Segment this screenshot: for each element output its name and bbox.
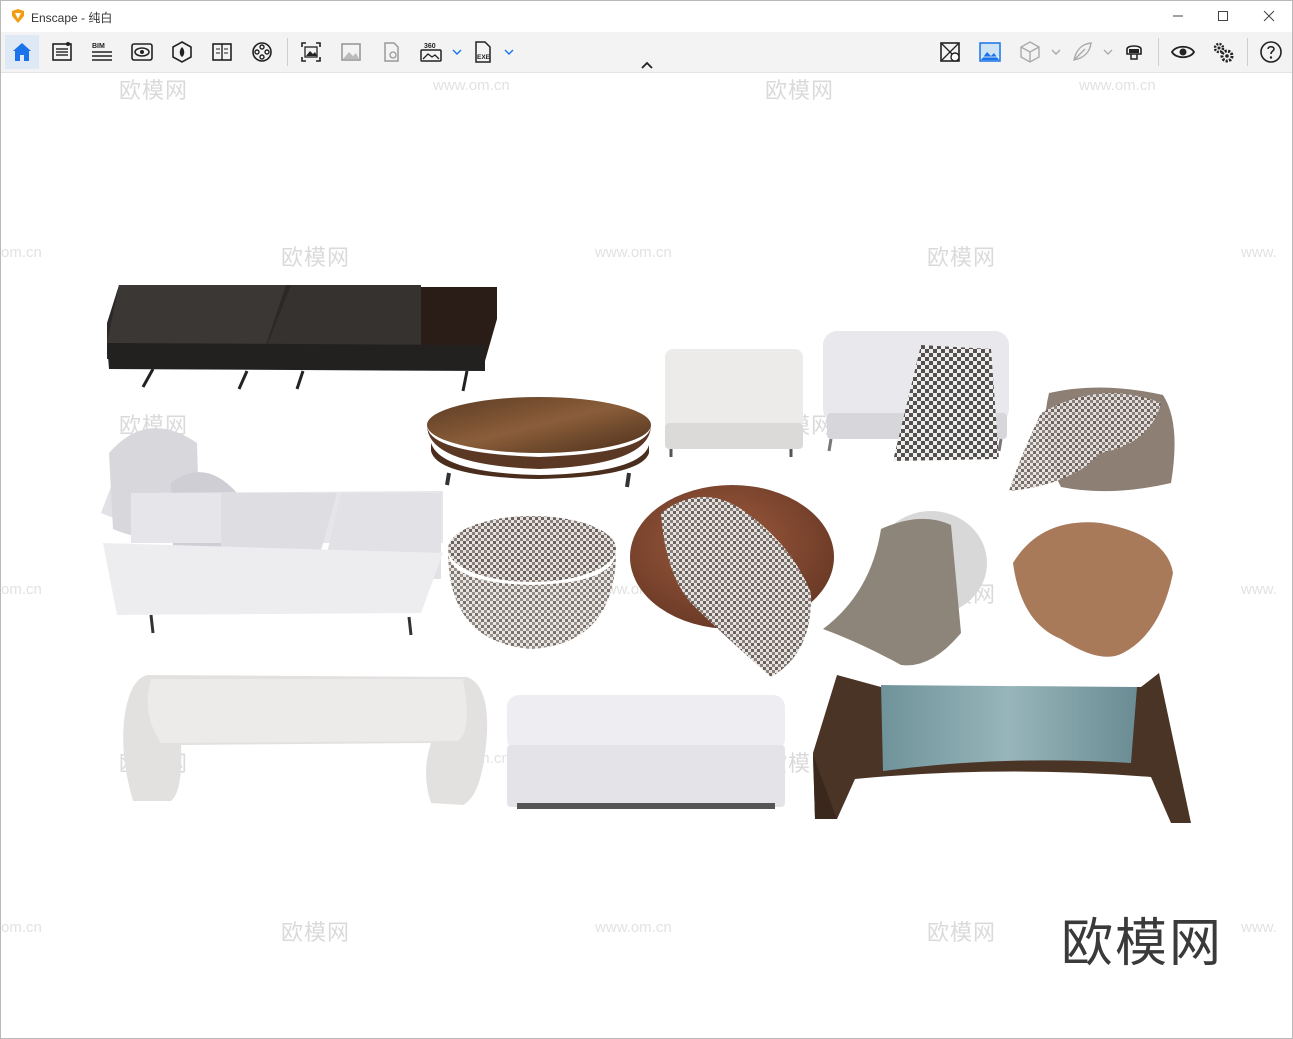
- video-editor-button[interactable]: [245, 35, 279, 69]
- white-rectangular-bench[interactable]: [507, 695, 785, 809]
- render-settings-button[interactable]: [374, 35, 408, 69]
- enscape-logo-icon: [12, 9, 24, 23]
- screenshot-icon: [301, 42, 321, 62]
- gears-button[interactable]: [1206, 35, 1240, 69]
- material-editor-button[interactable]: [933, 35, 967, 69]
- white-cube-ottoman[interactable]: [665, 349, 803, 457]
- oval-velvet-ottoman[interactable]: [427, 397, 651, 488]
- view-icon: [131, 43, 153, 61]
- enscape-window: Enscape - 纯白 BIM 360 EXE 欧模网 www.om.cn 欧…: [0, 0, 1293, 1039]
- home-button[interactable]: [5, 35, 39, 69]
- close-icon: [1263, 10, 1275, 22]
- cube-button[interactable]: [1013, 35, 1047, 69]
- white-curved-bench[interactable]: [123, 675, 488, 805]
- dark-sofa-bench[interactable]: [107, 285, 497, 392]
- toolbar-separator: [1247, 38, 1248, 66]
- vr-headset-button[interactable]: [1117, 35, 1151, 69]
- eye-icon: [1171, 45, 1195, 59]
- bim-icon: BIM: [92, 43, 112, 61]
- title-bar: Enscape - 纯白: [1, 1, 1292, 32]
- batch-render-icon: [341, 43, 361, 61]
- chevron-down-icon[interactable]: [1103, 47, 1113, 57]
- views-manager-button[interactable]: [205, 35, 239, 69]
- chevron-up-icon[interactable]: [639, 59, 655, 71]
- gears-icon: [1213, 42, 1234, 63]
- batch-render-button[interactable]: [334, 35, 368, 69]
- export-exe-button[interactable]: EXE: [466, 35, 500, 69]
- maximize-icon: [1218, 11, 1228, 21]
- exe-label: EXE: [477, 54, 491, 61]
- landscape-button[interactable]: [973, 35, 1007, 69]
- vr-headset-icon: [1126, 45, 1142, 60]
- views-manager-icon: [212, 43, 232, 61]
- maximize-button[interactable]: [1200, 1, 1246, 31]
- watermark-logo: 欧模网: [1061, 914, 1224, 974]
- feather-button[interactable]: [1065, 35, 1099, 69]
- chevron-down-icon[interactable]: [1051, 47, 1061, 57]
- close-button[interactable]: [1246, 1, 1292, 31]
- leather-pouf-with-throw[interactable]: [630, 485, 834, 677]
- furniture-render: [101, 285, 1191, 823]
- eye-button[interactable]: [1166, 35, 1200, 69]
- bim-label: BIM: [92, 43, 105, 50]
- pouf-with-linen-throw[interactable]: [823, 511, 987, 666]
- bim-button[interactable]: BIM: [85, 35, 119, 69]
- screenshot-button[interactable]: [294, 35, 328, 69]
- window-title: Enscape - 纯白: [31, 11, 113, 25]
- settings-list-icon: [52, 42, 72, 61]
- pouf-with-throw[interactable]: [1009, 387, 1175, 492]
- minimize-icon: [1173, 15, 1183, 17]
- toolbar-separator: [287, 38, 288, 66]
- render-settings-icon: [384, 42, 399, 62]
- toolbar-separator: [1158, 38, 1159, 66]
- settings-list-button[interactable]: [45, 35, 79, 69]
- help-button[interactable]: [1254, 35, 1288, 69]
- pouf-with-brown-cover[interactable]: [1013, 522, 1173, 657]
- white-chaise-lounge[interactable]: [101, 428, 443, 636]
- feather-icon: [1073, 42, 1092, 61]
- panorama-360-icon: 360: [420, 43, 442, 62]
- render-viewport[interactable]: 欧模网 www.om.cn 欧模网 www.om.cn om.cn 欧模网 ww…: [1, 73, 1292, 1038]
- minimize-button[interactable]: [1155, 1, 1201, 31]
- chevron-down-icon[interactable]: [452, 47, 462, 57]
- view-button[interactable]: [125, 35, 159, 69]
- pano-label: 360: [424, 43, 436, 50]
- wooden-bench-teal-cushion[interactable]: [813, 673, 1191, 823]
- chevron-down-icon[interactable]: [504, 47, 514, 57]
- cube-icon: [1020, 41, 1040, 63]
- help-icon: [1260, 41, 1282, 63]
- asset-library-icon: [172, 41, 192, 63]
- video-editor-icon: [252, 42, 272, 62]
- material-editor-icon: [940, 42, 960, 62]
- asset-library-button[interactable]: [165, 35, 199, 69]
- panorama-360-button[interactable]: 360: [414, 35, 448, 69]
- home-icon: [13, 43, 31, 61]
- export-exe-icon: EXE: [475, 41, 491, 63]
- houndstooth-round-pouf[interactable]: [448, 516, 616, 649]
- white-bench-with-throw[interactable]: [823, 331, 1009, 461]
- landscape-icon: [979, 42, 1001, 62]
